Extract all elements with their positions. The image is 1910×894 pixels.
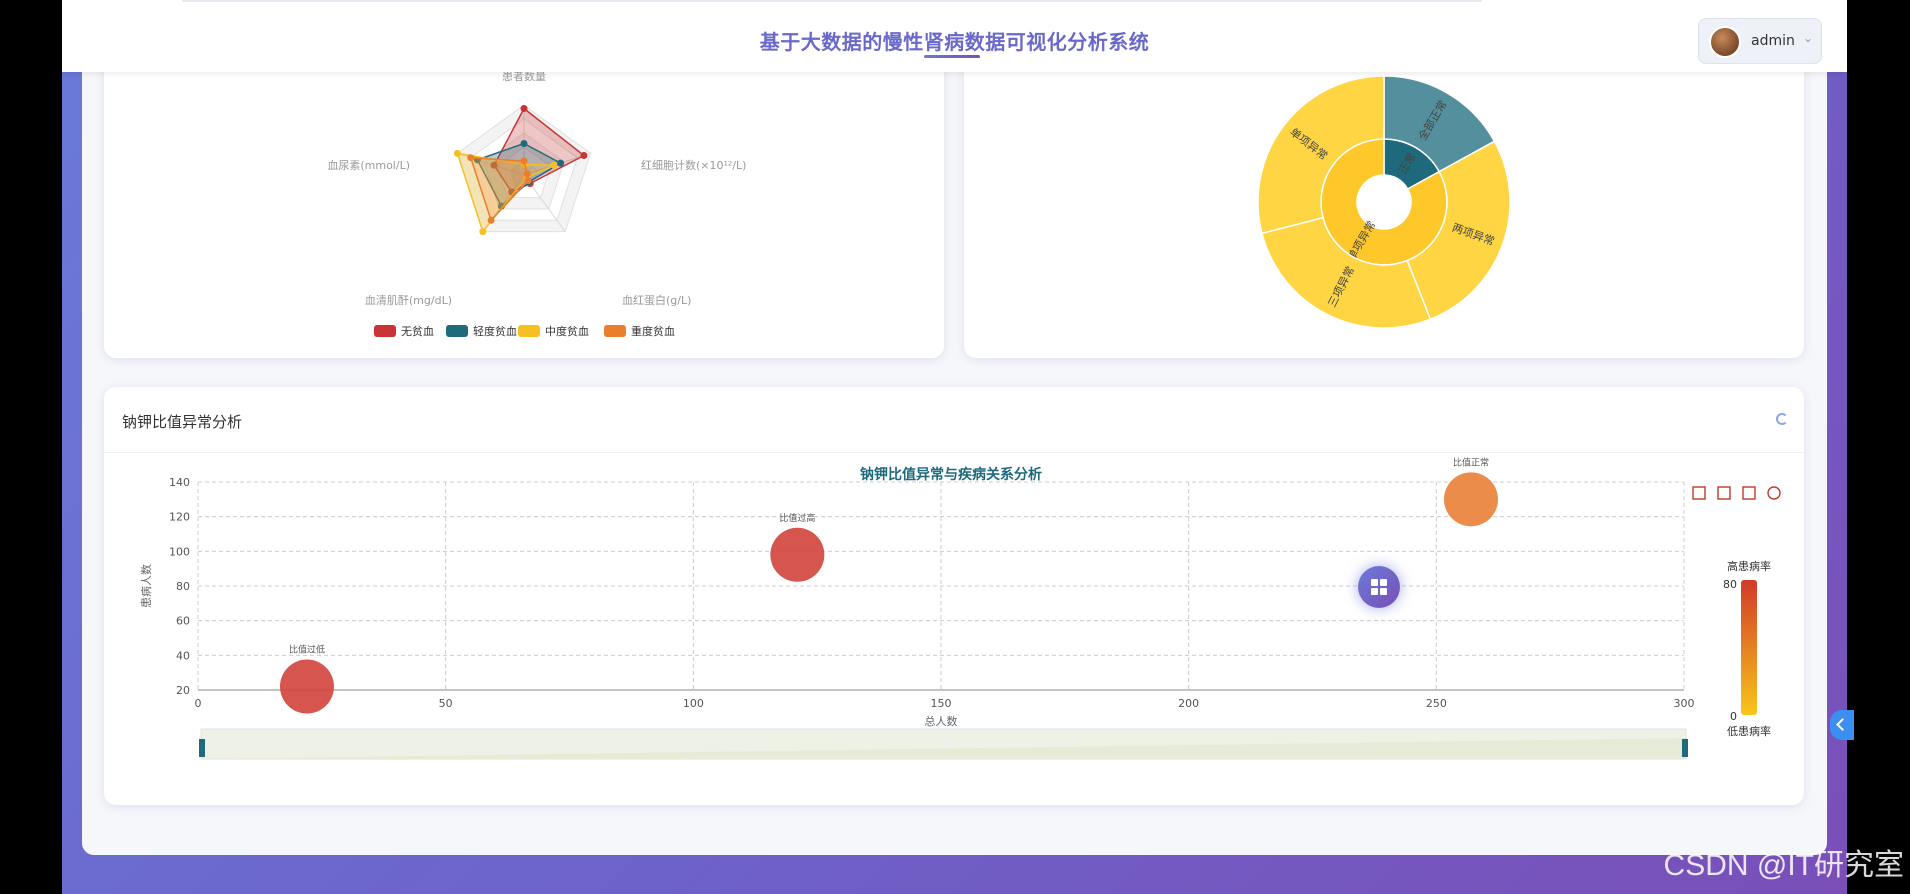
- x-tick-label: 250: [1426, 697, 1447, 710]
- chart-title: 钠钾比值异常与疾病关系分析: [860, 466, 1042, 483]
- radar-point: [524, 177, 532, 185]
- watermark: CSDN @IT研究室: [1663, 849, 1904, 882]
- x-tick-label: 150: [931, 697, 952, 710]
- bubble[interactable]: [1444, 472, 1499, 527]
- radar-point: [523, 170, 531, 178]
- visual-map-max-value: 80: [1723, 578, 1737, 591]
- topbar-divider: [182, 0, 1482, 2]
- title-underline: [924, 55, 980, 58]
- user-name: admin: [1751, 33, 1795, 49]
- bubble-card-title: 钠钾比值异常分析: [122, 413, 243, 431]
- zoom-reset-icon[interactable]: [1742, 486, 1756, 500]
- data-zoom-handle-right[interactable]: [1682, 739, 1688, 757]
- radar-indicator-label: 血清肌酐(mg/dL): [365, 293, 452, 307]
- x-tick-label: 300: [1674, 697, 1695, 710]
- bubble[interactable]: [279, 659, 334, 714]
- grid-icon-cell: [1380, 579, 1387, 586]
- y-tick-label: 40: [176, 649, 190, 662]
- data-zoom-handle-left[interactable]: [199, 739, 205, 757]
- legend-swatch[interactable]: [374, 325, 396, 337]
- y-tick-label: 80: [176, 580, 190, 593]
- x-axis-title: 总人数: [925, 714, 958, 728]
- legend-label: 无贫血: [401, 324, 434, 338]
- restore-icon[interactable]: [1767, 486, 1781, 500]
- legend-swatch[interactable]: [604, 325, 626, 337]
- radar-indicator-label: 血尿素(mmol/L): [327, 158, 410, 172]
- x-tick-label: 50: [439, 697, 453, 710]
- grid-icon-cell: [1371, 588, 1378, 595]
- top-navbar: 基于大数据的慢性肾病数据可视化分析系统 admin ⌄: [62, 0, 1847, 72]
- radar-chart: 患者数量红细胞计数(×10¹²/L)血红蛋白(g/L)血清肌酐(mg/dL)血尿…: [327, 70, 746, 338]
- bubble-label: 比值过低: [289, 644, 325, 656]
- zoom-icon[interactable]: [1717, 486, 1731, 500]
- legend-label: 轻度贫血: [473, 324, 517, 338]
- radar-indicator-label: 血红蛋白(g/L): [622, 293, 691, 307]
- x-tick-label: 100: [683, 697, 704, 710]
- bubble-label: 比值正常: [1453, 456, 1489, 468]
- x-tick-label: 200: [1178, 697, 1199, 710]
- radar-point: [550, 161, 558, 169]
- legend-label: 重度贫血: [631, 324, 675, 338]
- legend-swatch[interactable]: [518, 325, 540, 337]
- sunburst-card: 正常 单项异常 全部正常 两项异常 三项异常 单项异常: [964, 60, 1804, 358]
- visual-map-min-label: 低患病率: [1727, 724, 1771, 738]
- user-menu[interactable]: admin ⌄: [1698, 18, 1822, 64]
- y-tick-label: 140: [169, 476, 190, 489]
- bubble-card-header: 钠钾比值异常分析: [104, 387, 1804, 453]
- radar-card: 患者数量 红细胞计数(×10¹²/L) 血红蛋白(g/L) 血清肌酐(mg/dL) 血尿…: [104, 60, 944, 358]
- y-axis-title: 患病人数: [139, 564, 153, 608]
- float-menu-button[interactable]: [1358, 566, 1400, 608]
- grid-icon: [1371, 579, 1378, 586]
- legend-label: 中度贫血: [545, 324, 589, 338]
- legend-swatch[interactable]: [446, 325, 468, 337]
- visual-map-bar[interactable]: [1741, 580, 1757, 715]
- refresh-icon[interactable]: [1776, 413, 1788, 425]
- radar-point: [467, 154, 475, 162]
- radar-point: [580, 152, 588, 160]
- download-icon[interactable]: [1692, 486, 1706, 500]
- radar-point: [453, 149, 461, 157]
- radar-point: [520, 105, 528, 112]
- y-tick-label: 100: [169, 545, 190, 558]
- radar-point: [479, 228, 487, 236]
- visual-map-min-value: 0: [1730, 710, 1737, 723]
- bubble-card: 钠钾比值异常分析 钠钾比值异常与疾病关系分析 20 40 60 80 100 120 140 0…: [104, 387, 1804, 805]
- grid-icon-cell: [1380, 588, 1387, 595]
- radar-point: [487, 216, 495, 224]
- bubble-label: 比值过高: [779, 512, 815, 524]
- main-content: 患者数量 红细胞计数(×10¹²/L) 血红蛋白(g/L) 血清肌酐(mg/dL) 血尿…: [82, 60, 1827, 855]
- sunburst-chart: 正常单项异常全部正常两项异常三项异常单项异常: [1257, 75, 1511, 329]
- y-tick-label: 60: [176, 615, 190, 628]
- collapse-side-tab[interactable]: [1830, 710, 1854, 740]
- chevron-down-icon[interactable]: ⌄: [1803, 31, 1813, 45]
- radar-indicator-label: 红细胞计数(×10¹²/L): [641, 159, 746, 172]
- y-tick-label: 120: [169, 511, 190, 524]
- app-title: 基于大数据的慢性肾病数据可视化分析系统: [759, 30, 1150, 54]
- radar-point: [520, 140, 528, 147]
- bubble[interactable]: [770, 527, 825, 582]
- radar-point: [557, 159, 565, 167]
- visual-map-max-label: 高患病率: [1727, 559, 1771, 573]
- x-tick-label: 0: [195, 697, 202, 710]
- y-tick-label: 20: [176, 684, 190, 697]
- app-background: 基于大数据的慢性肾病数据可视化分析系统 admin ⌄ 患者数量 红细胞计数(×1…: [62, 0, 1847, 894]
- user-avatar[interactable]: [1709, 26, 1741, 58]
- radar-point: [520, 157, 528, 165]
